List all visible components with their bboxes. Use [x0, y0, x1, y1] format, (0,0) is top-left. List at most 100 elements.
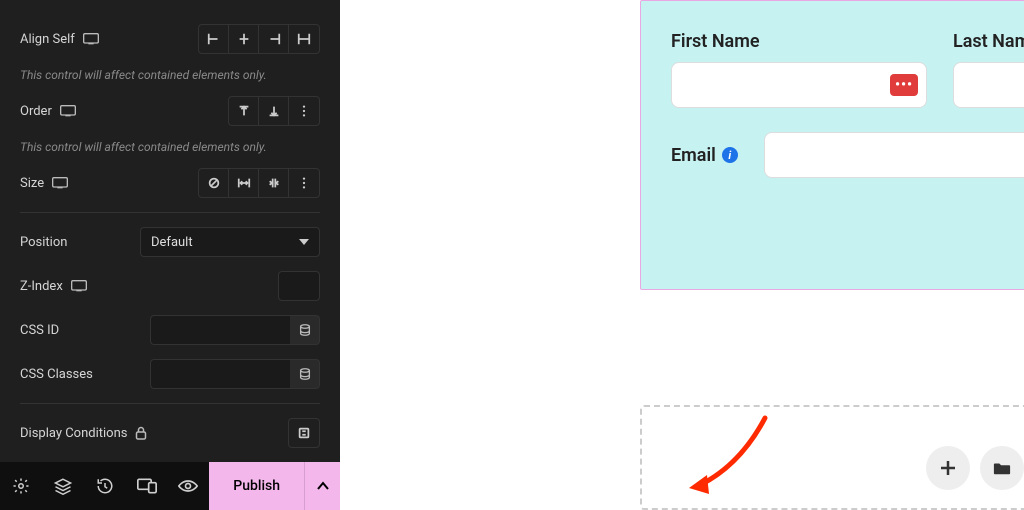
size-grow-button[interactable]: [229, 169, 259, 197]
align-self-text: Align Self: [20, 32, 75, 47]
form-widget[interactable]: First Name ••• Last Name Email i: [640, 0, 1024, 290]
gear-icon: [12, 477, 30, 495]
divider: [20, 212, 320, 213]
database-icon: [298, 367, 312, 381]
cssclasses-text: CSS Classes: [20, 367, 93, 382]
history-icon: [96, 477, 114, 495]
chevron-up-icon: [316, 481, 330, 491]
last-name-label: Last Name: [953, 31, 1024, 52]
align-self-segments: [198, 24, 320, 54]
database-icon: [298, 323, 312, 337]
position-text: Position: [20, 235, 67, 250]
settings-icon: [297, 426, 311, 440]
bottom-toolbar: Publish: [0, 462, 340, 510]
size-text: Size: [20, 176, 44, 191]
cssid-text: CSS ID: [20, 323, 59, 338]
folder-icon: [993, 460, 1011, 476]
label-cssclasses: CSS Classes: [20, 367, 140, 382]
row-zindex: Z-Index: [20, 271, 320, 301]
field-last-name: Last Name: [953, 31, 1024, 108]
responsive-icon[interactable]: [52, 176, 68, 190]
password-extension-icon[interactable]: •••: [890, 74, 918, 96]
cssclasses-dynamic-button[interactable]: [290, 359, 320, 389]
label-display-conditions: Display Conditions: [20, 426, 170, 441]
email-label-text: Email: [671, 145, 716, 166]
layers-icon: [54, 477, 72, 495]
align-self-controls: [140, 24, 320, 54]
form-row-names: First Name ••• Last Name: [671, 31, 1024, 108]
row-order: Order: [20, 96, 320, 126]
first-name-input[interactable]: •••: [671, 62, 927, 108]
row-cssid: CSS ID: [20, 315, 320, 345]
order-controls: [140, 96, 320, 126]
label-position: Position: [20, 235, 140, 250]
order-segments: [228, 96, 320, 126]
label-align-self: Align Self: [20, 32, 140, 47]
order-first-button[interactable]: [229, 97, 259, 125]
publish-options-button[interactable]: [304, 462, 340, 510]
fab-bar: [926, 446, 1024, 490]
style-panel-body: Align Self This control will affect cont…: [0, 0, 340, 510]
display-conditions-button[interactable]: [289, 419, 319, 447]
form-row-email: Email i: [671, 132, 1024, 178]
zindex-input[interactable]: [278, 271, 320, 301]
chevron-down-icon: [299, 239, 309, 245]
row-display-conditions: Display Conditions: [20, 418, 320, 448]
label-order: Order: [20, 104, 140, 119]
row-align-self: Align Self: [20, 24, 320, 54]
display-conditions-text: Display Conditions: [20, 426, 127, 441]
email-label: Email i: [671, 145, 738, 166]
order-hint: This control will affect contained eleme…: [20, 140, 320, 154]
zindex-text: Z-Index: [20, 279, 63, 294]
size-segments: [198, 168, 320, 198]
order-last-button[interactable]: [259, 97, 289, 125]
row-position: Position Default: [20, 227, 320, 257]
settings-button[interactable]: [0, 462, 42, 510]
lock-icon: [135, 426, 147, 440]
cssid-dynamic-button[interactable]: [290, 315, 320, 345]
align-start-button[interactable]: [199, 25, 229, 53]
align-self-hint: This control will affect contained eleme…: [20, 68, 320, 82]
field-first-name: First Name •••: [671, 31, 927, 108]
style-panel: Align Self This control will affect cont…: [0, 0, 340, 510]
responsive-icon[interactable]: [83, 32, 99, 46]
row-size: Size: [20, 168, 320, 198]
position-select[interactable]: Default: [140, 227, 320, 257]
align-end-button[interactable]: [259, 25, 289, 53]
preview-button[interactable]: [167, 462, 209, 510]
size-more-button[interactable]: [289, 169, 319, 197]
publish-label: Publish: [233, 478, 280, 494]
label-cssid: CSS ID: [20, 323, 140, 338]
responsive-icon[interactable]: [60, 104, 76, 118]
email-input[interactable]: [764, 132, 1024, 178]
publish-wrap: Publish: [209, 462, 340, 510]
editor-canvas[interactable]: First Name ••• Last Name Email i: [340, 0, 1024, 510]
size-none-button[interactable]: [199, 169, 229, 197]
size-controls: [140, 168, 320, 198]
info-icon[interactable]: i: [722, 147, 738, 163]
devices-icon: [137, 478, 157, 494]
add-widget-button[interactable]: [926, 446, 970, 490]
divider: [20, 403, 320, 404]
cssid-input[interactable]: [150, 315, 290, 345]
eye-icon: [178, 479, 198, 493]
cssclasses-input[interactable]: [150, 359, 290, 389]
label-zindex: Z-Index: [20, 279, 140, 294]
row-cssclasses: CSS Classes: [20, 359, 320, 389]
plus-icon: [939, 459, 957, 477]
responsive-icon[interactable]: [71, 279, 87, 293]
order-text: Order: [20, 104, 52, 119]
size-shrink-button[interactable]: [259, 169, 289, 197]
last-name-input[interactable]: [953, 62, 1024, 108]
first-name-label: First Name: [671, 31, 927, 52]
align-center-button[interactable]: [229, 25, 259, 53]
label-size: Size: [20, 176, 140, 191]
history-button[interactable]: [84, 462, 126, 510]
responsive-button[interactable]: [126, 462, 168, 510]
navigator-button[interactable]: [42, 462, 84, 510]
publish-button[interactable]: Publish: [209, 462, 304, 510]
position-value: Default: [151, 235, 193, 250]
order-more-button[interactable]: [289, 97, 319, 125]
align-stretch-button[interactable]: [289, 25, 319, 53]
folder-button[interactable]: [980, 446, 1024, 490]
